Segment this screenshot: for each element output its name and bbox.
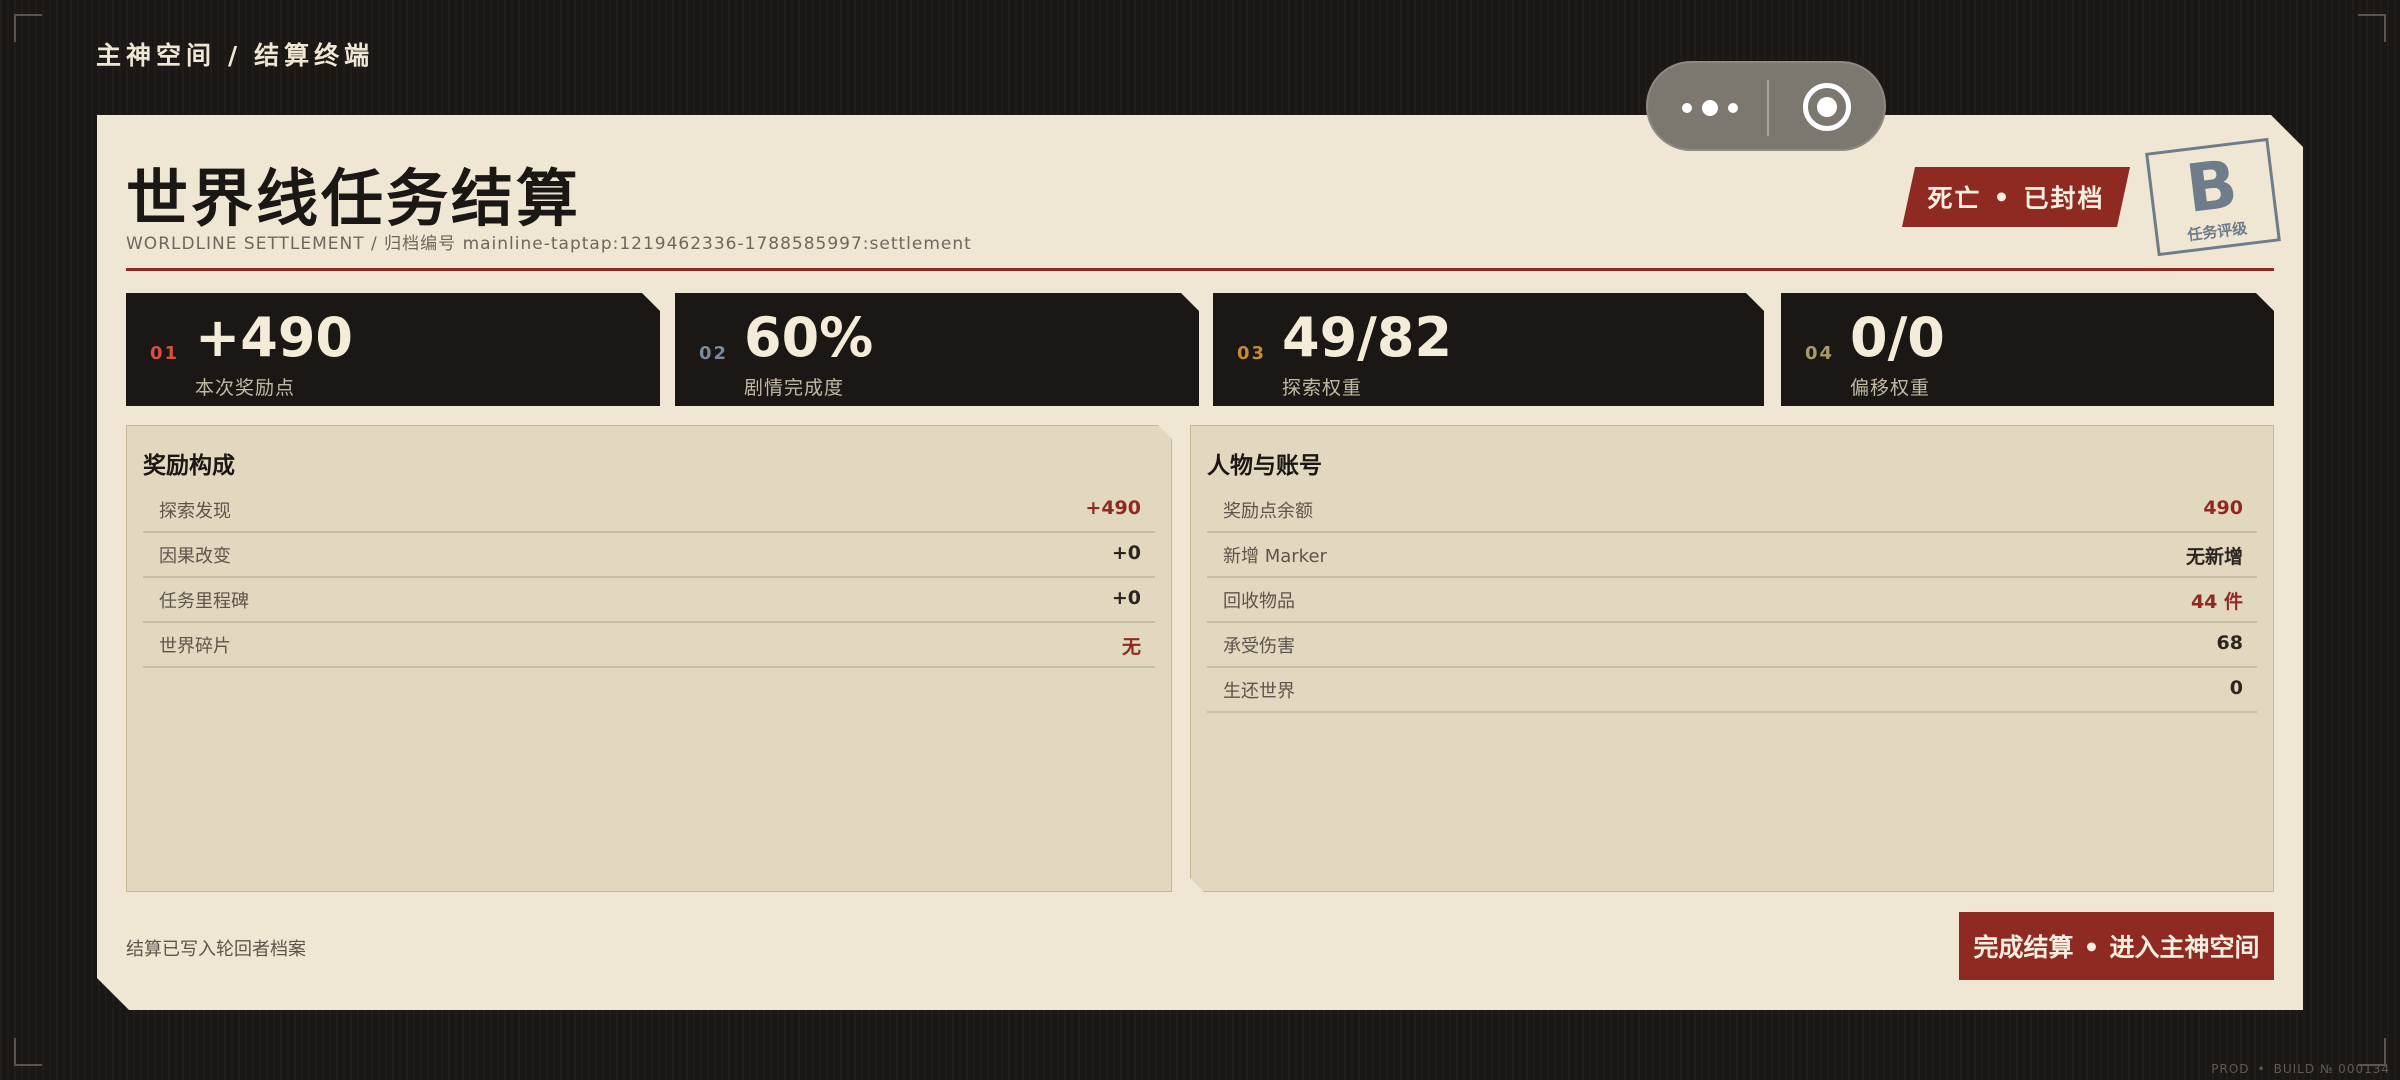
status-left: 死亡 [1927, 184, 1982, 213]
status-badge: 死亡 • 已封档 [1902, 167, 2130, 227]
complete-settlement-button[interactable]: 完成结算 • 进入主神空间 [1959, 912, 2274, 980]
archive-subtitle: WORLDLINE SETTLEMENT / 归档编号 mainline-tap… [126, 234, 972, 254]
stat-value: +490 [195, 306, 353, 369]
list-item: 奖励点余额 490 [1207, 488, 2257, 533]
page-title: 世界线任务结算 [126, 162, 582, 235]
row-label: 回收物品 [1223, 591, 1295, 612]
stat-index: 02 [699, 343, 729, 364]
stat-card-deviation-weight: 04 0/0 偏移权重 [1781, 293, 2274, 406]
stat-value: 49/82 [1282, 306, 1453, 369]
stat-card-story-completion: 02 60% 剧情完成度 [675, 293, 1199, 406]
row-value: 0 [2229, 677, 2243, 699]
row-value: +0 [1111, 587, 1141, 609]
status-separator: • [1993, 182, 2012, 212]
breadcrumb-separator: / [228, 41, 243, 70]
build-separator: • [2257, 1062, 2266, 1076]
row-value: 490 [2203, 497, 2243, 519]
character-account-section: 人物与账号 奖励点余额 490 新增 Marker 无新增 回收物品 44 件 … [1190, 425, 2274, 892]
account-rows: 奖励点余额 490 新增 Marker 无新增 回收物品 44 件 承受伤害 6… [1207, 488, 2257, 713]
list-item: 新增 Marker 无新增 [1207, 533, 2257, 578]
corner-bracket-bottom-left [14, 1038, 42, 1066]
breadcrumb-home[interactable]: 主神空间 [96, 41, 216, 70]
build-tag: PROD • BUILD № 000134 [2211, 1062, 2390, 1076]
section-title: 人物与账号 [1207, 453, 1322, 479]
row-label: 新增 Marker [1223, 546, 1327, 567]
corner-bracket-top-right [2358, 14, 2386, 42]
row-label: 任务里程碑 [159, 591, 249, 612]
stat-label: 探索权重 [1282, 377, 1363, 399]
list-item: 生还世界 0 [1207, 668, 2257, 713]
corner-bracket-top-left [14, 14, 42, 42]
mini-program-capsule [1646, 61, 1886, 151]
list-item: 回收物品 44 件 [1207, 578, 2257, 623]
settlement-panel: 世界线任务结算 WORLDLINE SETTLEMENT / 归档编号 main… [97, 115, 2303, 1010]
stat-card-exploration-weight: 03 49/82 探索权重 [1213, 293, 1764, 406]
stat-label: 偏移权重 [1850, 377, 1931, 399]
row-label: 世界碎片 [159, 636, 231, 657]
row-value: 无新增 [2185, 546, 2243, 568]
stat-label: 本次奖励点 [195, 377, 296, 399]
row-label: 奖励点余额 [1223, 501, 1313, 522]
build-env: PROD [2211, 1062, 2250, 1076]
reward-breakdown-section: 奖励构成 探索发现 +490 因果改变 +0 任务里程碑 +0 世界碎片 无 [126, 425, 1172, 892]
list-item: 探索发现 +490 [143, 488, 1155, 533]
build-text: BUILD № 000134 [2273, 1062, 2390, 1076]
header-divider [126, 268, 2274, 271]
row-value: +490 [1085, 497, 1141, 519]
close-target-icon[interactable] [1803, 83, 1851, 131]
stat-index: 04 [1805, 343, 1835, 364]
rank-stamp: B 任务评级 [2145, 138, 2281, 256]
footer-note: 结算已写入轮回者档案 [126, 939, 306, 960]
row-label: 探索发现 [159, 501, 231, 522]
breadcrumb-current: 结算终端 [254, 41, 375, 70]
row-value: 68 [2216, 632, 2243, 654]
stat-value: 60% [744, 306, 874, 369]
stat-index: 01 [150, 343, 180, 364]
stat-index: 03 [1237, 343, 1267, 364]
button-label-right: 进入主神空间 [2109, 933, 2260, 962]
stat-card-reward-points: 01 +490 本次奖励点 [126, 293, 660, 406]
row-label: 因果改变 [159, 546, 231, 567]
row-value: 44 件 [2190, 591, 2243, 613]
list-item: 世界碎片 无 [143, 623, 1155, 668]
stat-value: 0/0 [1850, 306, 1945, 369]
section-title: 奖励构成 [143, 453, 235, 479]
button-label-left: 完成结算 [1973, 933, 2074, 962]
reward-rows: 探索发现 +490 因果改变 +0 任务里程碑 +0 世界碎片 无 [143, 488, 1155, 668]
breadcrumb: 主神空间 / 结算终端 [96, 36, 374, 72]
button-separator: • [2083, 933, 2100, 962]
row-value: 无 [1121, 636, 1141, 658]
list-item: 任务里程碑 +0 [143, 578, 1155, 623]
row-value: +0 [1111, 542, 1141, 564]
row-label: 承受伤害 [1223, 636, 1295, 657]
row-label: 生还世界 [1223, 681, 1295, 702]
stat-label: 剧情完成度 [744, 377, 845, 399]
status-right: 已封档 [2023, 184, 2105, 213]
list-item: 因果改变 +0 [143, 533, 1155, 578]
capsule-divider [1767, 80, 1769, 136]
more-icon[interactable] [1680, 91, 1744, 125]
list-item: 承受伤害 68 [1207, 623, 2257, 668]
